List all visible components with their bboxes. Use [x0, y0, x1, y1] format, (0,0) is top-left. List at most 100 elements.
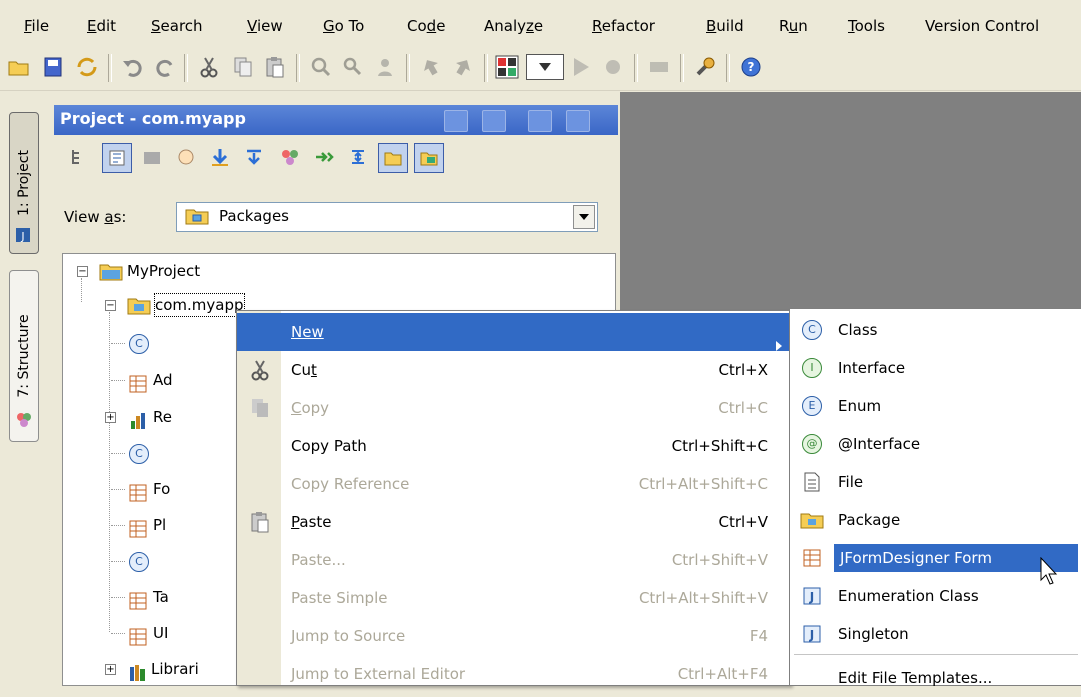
menu-item-jump-to-external-editor[interactable]: Jump to External Editor Ctrl+Alt+F4 — [237, 655, 790, 693]
menu-analyze[interactable]: Analyze — [484, 15, 543, 37]
form-icon — [129, 588, 147, 622]
submenu-item-enumeration-class[interactable]: J Enumeration Class — [790, 577, 1081, 615]
menu-item-copy-reference[interactable]: Copy Reference Ctrl+Alt+Shift+C — [237, 465, 790, 503]
tab-structure[interactable]: 7: Structure — [9, 270, 39, 442]
expand-all-icon[interactable] — [310, 143, 338, 171]
menu-refactor[interactable]: Refactor — [592, 15, 655, 37]
structure-tab-icon — [15, 411, 33, 433]
tree-node-label: MyProject — [127, 262, 201, 280]
show-structure-icon[interactable] — [276, 143, 304, 171]
collapse-all-icon[interactable] — [240, 143, 268, 171]
view-as-combo[interactable]: Packages — [176, 202, 598, 232]
submenu-item-package[interactable]: Package — [790, 501, 1081, 539]
chevron-down-icon[interactable] — [573, 205, 595, 229]
menu-label: Jump to Source — [291, 627, 406, 645]
submenu-item-annotation[interactable]: @ @Interface — [790, 425, 1081, 463]
synchronize-icon[interactable] — [74, 54, 100, 80]
menu-item-jump-to-source[interactable]: Jump to Source F4 — [237, 617, 790, 655]
menu-item-paste-simple[interactable]: Paste Simple Ctrl+Alt+Shift+V — [237, 579, 790, 617]
hide-empty-packages-icon[interactable] — [344, 143, 372, 171]
tree-node-label: com.myapp — [154, 293, 245, 317]
menu-item-paste-special[interactable]: Paste... Ctrl+Shift+V — [237, 541, 790, 579]
expand-toggle[interactable]: + — [105, 664, 116, 675]
redo-icon[interactable] — [152, 54, 178, 80]
flatten-packages-icon[interactable] — [66, 143, 94, 171]
show-libraries-icon[interactable] — [414, 143, 444, 173]
menu-label: File — [838, 473, 864, 491]
menu-code[interactable]: Code — [407, 15, 445, 37]
stop-icon[interactable] — [646, 54, 672, 80]
open-folder-icon[interactable] — [6, 54, 32, 80]
menu-label: New — [291, 323, 324, 341]
cut-icon[interactable] — [196, 54, 222, 80]
file-icon — [800, 470, 824, 494]
collapse-toggle[interactable]: − — [77, 266, 88, 277]
forward-icon[interactable] — [450, 54, 476, 80]
tab-project[interactable]: 1: Project J — [9, 112, 39, 254]
find-usages-icon[interactable] — [372, 54, 398, 80]
menu-item-cut[interactable]: Cut Ctrl+X — [237, 351, 790, 389]
menu-search[interactable]: Search — [151, 15, 203, 37]
dock-button[interactable] — [482, 110, 506, 132]
tree-node-label: UI — [153, 624, 169, 642]
submenu-item-singleton[interactable]: J Singleton — [790, 615, 1081, 653]
submenu-item-class[interactable]: C Class — [790, 311, 1081, 349]
help-icon[interactable]: ? — [738, 54, 764, 80]
form-icon — [800, 546, 824, 570]
menu-item-copy[interactable]: Copy Ctrl+C — [237, 389, 790, 427]
menu-item-copy-path[interactable]: Copy Path Ctrl+Shift+C — [237, 427, 790, 465]
menu-label: Paste... — [291, 551, 346, 569]
menu-edit[interactable]: Edit — [87, 15, 116, 37]
replace-icon[interactable] — [340, 54, 366, 80]
settings-icon[interactable] — [692, 54, 718, 80]
menu-version-control[interactable]: Version Control — [925, 15, 1039, 37]
panel-title-bar: Project - com.myapp — [54, 105, 618, 135]
debug-icon[interactable] — [600, 54, 626, 80]
menu-bar: File Edit Search View Go To Code Analyze… — [0, 0, 1081, 44]
expand-toggle[interactable]: + — [105, 412, 116, 423]
group-by-package-icon[interactable] — [378, 143, 408, 173]
paste-icon[interactable] — [262, 54, 288, 80]
show-fields-icon[interactable] — [172, 143, 200, 171]
submenu-item-file[interactable]: File — [790, 463, 1081, 501]
pin-icon[interactable] — [528, 110, 552, 132]
menu-run[interactable]: Run — [779, 15, 808, 37]
tree-node-label: Fo — [153, 480, 171, 498]
menu-shortcut: Ctrl+Alt+Shift+C — [638, 475, 768, 493]
save-all-icon[interactable] — [40, 54, 66, 80]
menu-label: Package — [838, 511, 901, 529]
main-toolbar: ? — [0, 44, 1081, 91]
svg-text:J: J — [809, 628, 814, 642]
form-icon — [129, 371, 147, 405]
submenu-item-jformdesigner-form[interactable]: JFormDesigner Form — [790, 539, 1081, 577]
compile-icon[interactable] — [494, 54, 520, 80]
run-config-dropdown[interactable] — [526, 54, 564, 80]
copy-icon[interactable] — [230, 54, 256, 80]
minimize-button[interactable] — [566, 110, 590, 132]
menu-shortcut: Ctrl+Shift+C — [671, 437, 768, 455]
tab-structure-label: 7: Structure — [16, 314, 32, 398]
float-button[interactable] — [444, 110, 468, 132]
menu-tools[interactable]: Tools — [848, 15, 885, 37]
menu-shortcut: Ctrl+X — [718, 361, 768, 379]
form-icon — [129, 624, 147, 658]
menu-file[interactable]: File — [24, 15, 49, 37]
submenu-item-interface[interactable]: I Interface — [790, 349, 1081, 387]
menu-item-new[interactable]: New — [237, 313, 790, 351]
menu-build[interactable]: Build — [706, 15, 744, 37]
show-members-icon[interactable] — [138, 143, 166, 171]
collapse-toggle[interactable]: − — [105, 300, 116, 311]
undo-icon[interactable] — [120, 54, 146, 80]
class-icon: C — [802, 320, 822, 340]
submenu-item-enum[interactable]: E Enum — [790, 387, 1081, 425]
menu-item-paste[interactable]: Paste Ctrl+V — [237, 503, 790, 541]
run-icon[interactable] — [568, 54, 594, 80]
autoscroll-to-source-icon[interactable] — [102, 143, 132, 173]
back-icon[interactable] — [418, 54, 444, 80]
scroll-from-source-icon[interactable] — [206, 143, 234, 171]
find-icon[interactable] — [308, 54, 334, 80]
menu-label: Jump to External Editor — [291, 665, 466, 683]
menu-goto[interactable]: Go To — [323, 15, 364, 37]
menu-view[interactable]: View — [247, 15, 283, 37]
submenu-item-edit-file-templates[interactable]: Edit File Templates... — [790, 659, 1081, 697]
